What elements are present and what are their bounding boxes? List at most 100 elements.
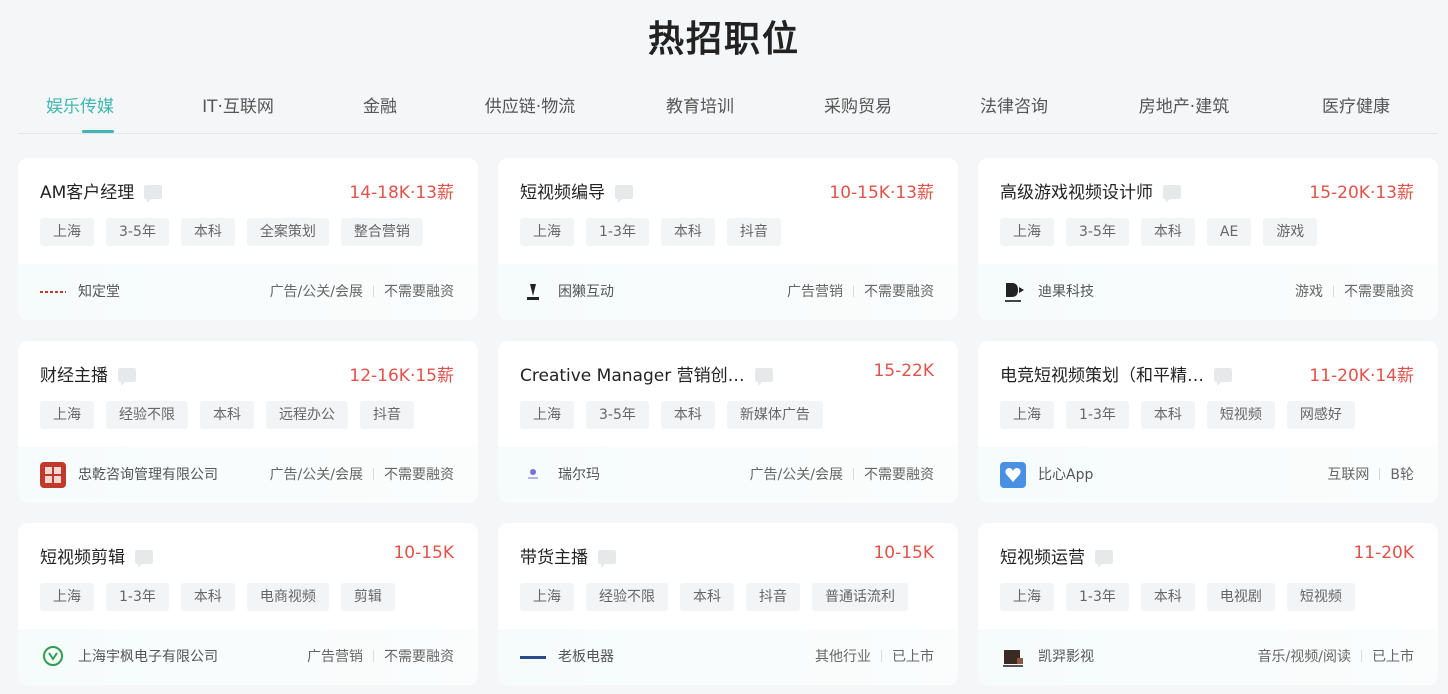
job-salary: 10-15K	[393, 543, 454, 563]
company-funding: 不需要融资	[1344, 284, 1414, 300]
job-salary: 14-18K·13薪	[349, 183, 454, 203]
job-tags: 上海 1-3年 本科 电商视频 剪辑	[40, 583, 395, 611]
job-tag: 短视频	[1206, 401, 1275, 429]
job-title: 短视频编导	[520, 183, 605, 203]
tab-finance[interactable]: 金融	[363, 92, 397, 117]
job-title: Creative Manager 营销创…	[520, 366, 745, 386]
job-tag: 全案策划	[246, 218, 329, 246]
job-tag: 网感好	[1286, 401, 1355, 429]
company-funding: 已上市	[1372, 649, 1414, 665]
job-tag: 上海	[1000, 401, 1054, 429]
company-funding: 不需要融资	[384, 649, 454, 665]
job-tag: 本科	[660, 401, 715, 429]
job-tag: 上海	[1000, 218, 1054, 246]
company-info[interactable]: 凯羿影视 音乐/视频/阅读 已上市	[978, 629, 1438, 685]
job-tag: 电商视频	[246, 583, 329, 611]
chat-icon[interactable]	[754, 368, 773, 386]
job-card[interactable]: Creative Manager 营销创… 15-22K 上海 3-5年 本科 …	[498, 341, 958, 503]
job-tag: 上海	[520, 218, 574, 246]
company-name: 凯羿影视	[1038, 649, 1094, 665]
tab-education[interactable]: 教育培训	[666, 92, 734, 117]
chat-icon[interactable]	[118, 368, 136, 386]
tab-healthcare[interactable]: 医疗健康	[1322, 92, 1390, 117]
job-tag: 抖音	[746, 583, 800, 611]
company-name: 知定堂	[78, 284, 120, 300]
chat-icon[interactable]	[615, 185, 633, 203]
company-info[interactable]: 比心App 互联网 B轮	[978, 447, 1438, 503]
job-card[interactable]: 电竞短视频策划（和平精… 11-20K·14薪 上海 1-3年 本科 短视频 网…	[978, 341, 1438, 503]
job-title: AM客户经理	[40, 183, 135, 203]
company-funding: 不需要融资	[864, 467, 934, 483]
job-card[interactable]: 高级游戏视频设计师 15-20K·13薪 上海 3-5年 本科 AE 游戏 迪果…	[978, 158, 1438, 320]
job-salary: 15-22K	[873, 361, 934, 381]
job-tags: 上海 3-5年 本科 AE 游戏	[1000, 218, 1318, 246]
company-name: 困獭互动	[558, 284, 614, 300]
job-salary: 10-15K	[873, 543, 934, 563]
job-tag: 本科	[200, 401, 254, 429]
chat-icon[interactable]	[1163, 185, 1181, 203]
job-tag: 经验不限	[586, 583, 668, 611]
job-tag: 普通话流利	[812, 583, 908, 611]
tab-it-internet[interactable]: IT·互联网	[202, 92, 274, 117]
company-name: 老板电器	[558, 649, 614, 665]
job-tag: 上海	[40, 218, 94, 246]
job-tag: 本科	[180, 218, 235, 246]
company-funding: 不需要融资	[864, 284, 934, 300]
company-funding: 不需要融资	[384, 467, 454, 483]
company-industry: 广告营销	[307, 649, 363, 665]
company-logo-icon	[520, 279, 546, 305]
job-tag: 上海	[520, 401, 574, 429]
job-title: 高级游戏视频设计师	[1000, 183, 1153, 203]
category-tabs: 娱乐传媒 IT·互联网 金融 供应链·物流 教育培训 采购贸易 法律咨询 房地产…	[18, 88, 1438, 134]
company-funding: B轮	[1390, 467, 1414, 483]
job-card[interactable]: 短视频编导 10-15K·13薪 上海 1-3年 本科 抖音 困獭互动 广告营销…	[498, 158, 958, 320]
job-tag: 远程办公	[266, 401, 348, 429]
company-industry: 广告/公关/会展	[749, 467, 843, 483]
chat-icon[interactable]	[135, 550, 153, 568]
job-tag: 3-5年	[106, 218, 169, 246]
company-info[interactable]: 瑞尔玛 广告/公关/会展 不需要融资	[498, 447, 958, 503]
job-card[interactable]: 短视频剪辑 10-15K 上海 1-3年 本科 电商视频 剪辑 上海宇枫电子有限…	[18, 523, 478, 685]
job-card[interactable]: AM客户经理 14-18K·13薪 上海 3-5年 本科 全案策划 整合营销 知…	[18, 158, 478, 320]
job-tag: 3-5年	[586, 401, 649, 429]
company-info[interactable]: 老板电器 其他行业 已上市	[498, 629, 958, 685]
job-tag: 1-3年	[106, 583, 169, 611]
job-tag: AE	[1206, 218, 1252, 246]
company-info[interactable]: 上海宇枫电子有限公司 广告营销 不需要融资	[18, 629, 478, 685]
job-tag: 3-5年	[1066, 218, 1129, 246]
job-tag: 上海	[1000, 583, 1054, 611]
job-tag: 本科	[180, 583, 235, 611]
company-industry: 其他行业	[815, 649, 871, 665]
company-funding: 不需要融资	[384, 284, 454, 300]
job-tags: 上海 经验不限 本科 抖音 普通话流利	[520, 583, 908, 611]
job-tag: 本科	[1140, 401, 1195, 429]
job-tag: 1-3年	[586, 218, 649, 246]
company-name: 忠乾咨询管理有限公司	[78, 467, 218, 483]
job-tags: 上海 3-5年 本科 新媒体广告	[520, 401, 823, 429]
company-info[interactable]: 困獭互动 广告营销 不需要融资	[498, 264, 958, 320]
tab-legal[interactable]: 法律咨询	[980, 92, 1048, 117]
tab-supply-chain[interactable]: 供应链·物流	[485, 92, 575, 117]
job-tags: 上海 1-3年 本科 短视频 网感好	[1000, 401, 1355, 429]
chat-icon[interactable]	[144, 185, 163, 203]
tab-real-estate[interactable]: 房地产·建筑	[1139, 92, 1229, 117]
company-info[interactable]: 迪果科技 游戏 不需要融资	[978, 264, 1438, 320]
job-salary: 15-20K·13薪	[1309, 183, 1414, 203]
job-card[interactable]: 带货主播 10-15K 上海 经验不限 本科 抖音 普通话流利 老板电器 其他行…	[498, 523, 958, 685]
job-card[interactable]: 短视频运营 11-20K 上海 1-3年 本科 电视剧 短视频 凯羿影视 音乐/…	[978, 523, 1438, 685]
company-info[interactable]: 忠乾咨询管理有限公司 广告/公关/会展 不需要融资	[18, 447, 478, 503]
tab-entertainment-media[interactable]: 娱乐传媒	[46, 92, 114, 117]
tab-procurement-trade[interactable]: 采购贸易	[824, 92, 892, 117]
company-info[interactable]: 知定堂 广告/公关/会展 不需要融资	[18, 264, 478, 320]
job-salary: 11-20K	[1353, 543, 1414, 563]
chat-icon[interactable]	[1214, 368, 1232, 386]
page-title: 热招职位	[647, 19, 800, 60]
job-tag: 1-3年	[1066, 401, 1129, 429]
job-card[interactable]: 财经主播 12-16K·15薪 上海 经验不限 本科 远程办公 抖音 忠乾咨询管…	[18, 341, 478, 503]
chat-icon[interactable]	[598, 550, 616, 568]
chat-icon[interactable]	[1095, 550, 1113, 568]
company-name: 迪果科技	[1038, 284, 1094, 300]
company-industry: 广告营销	[787, 284, 843, 300]
company-logo-icon	[1000, 279, 1026, 305]
company-logo-icon	[1000, 644, 1026, 670]
